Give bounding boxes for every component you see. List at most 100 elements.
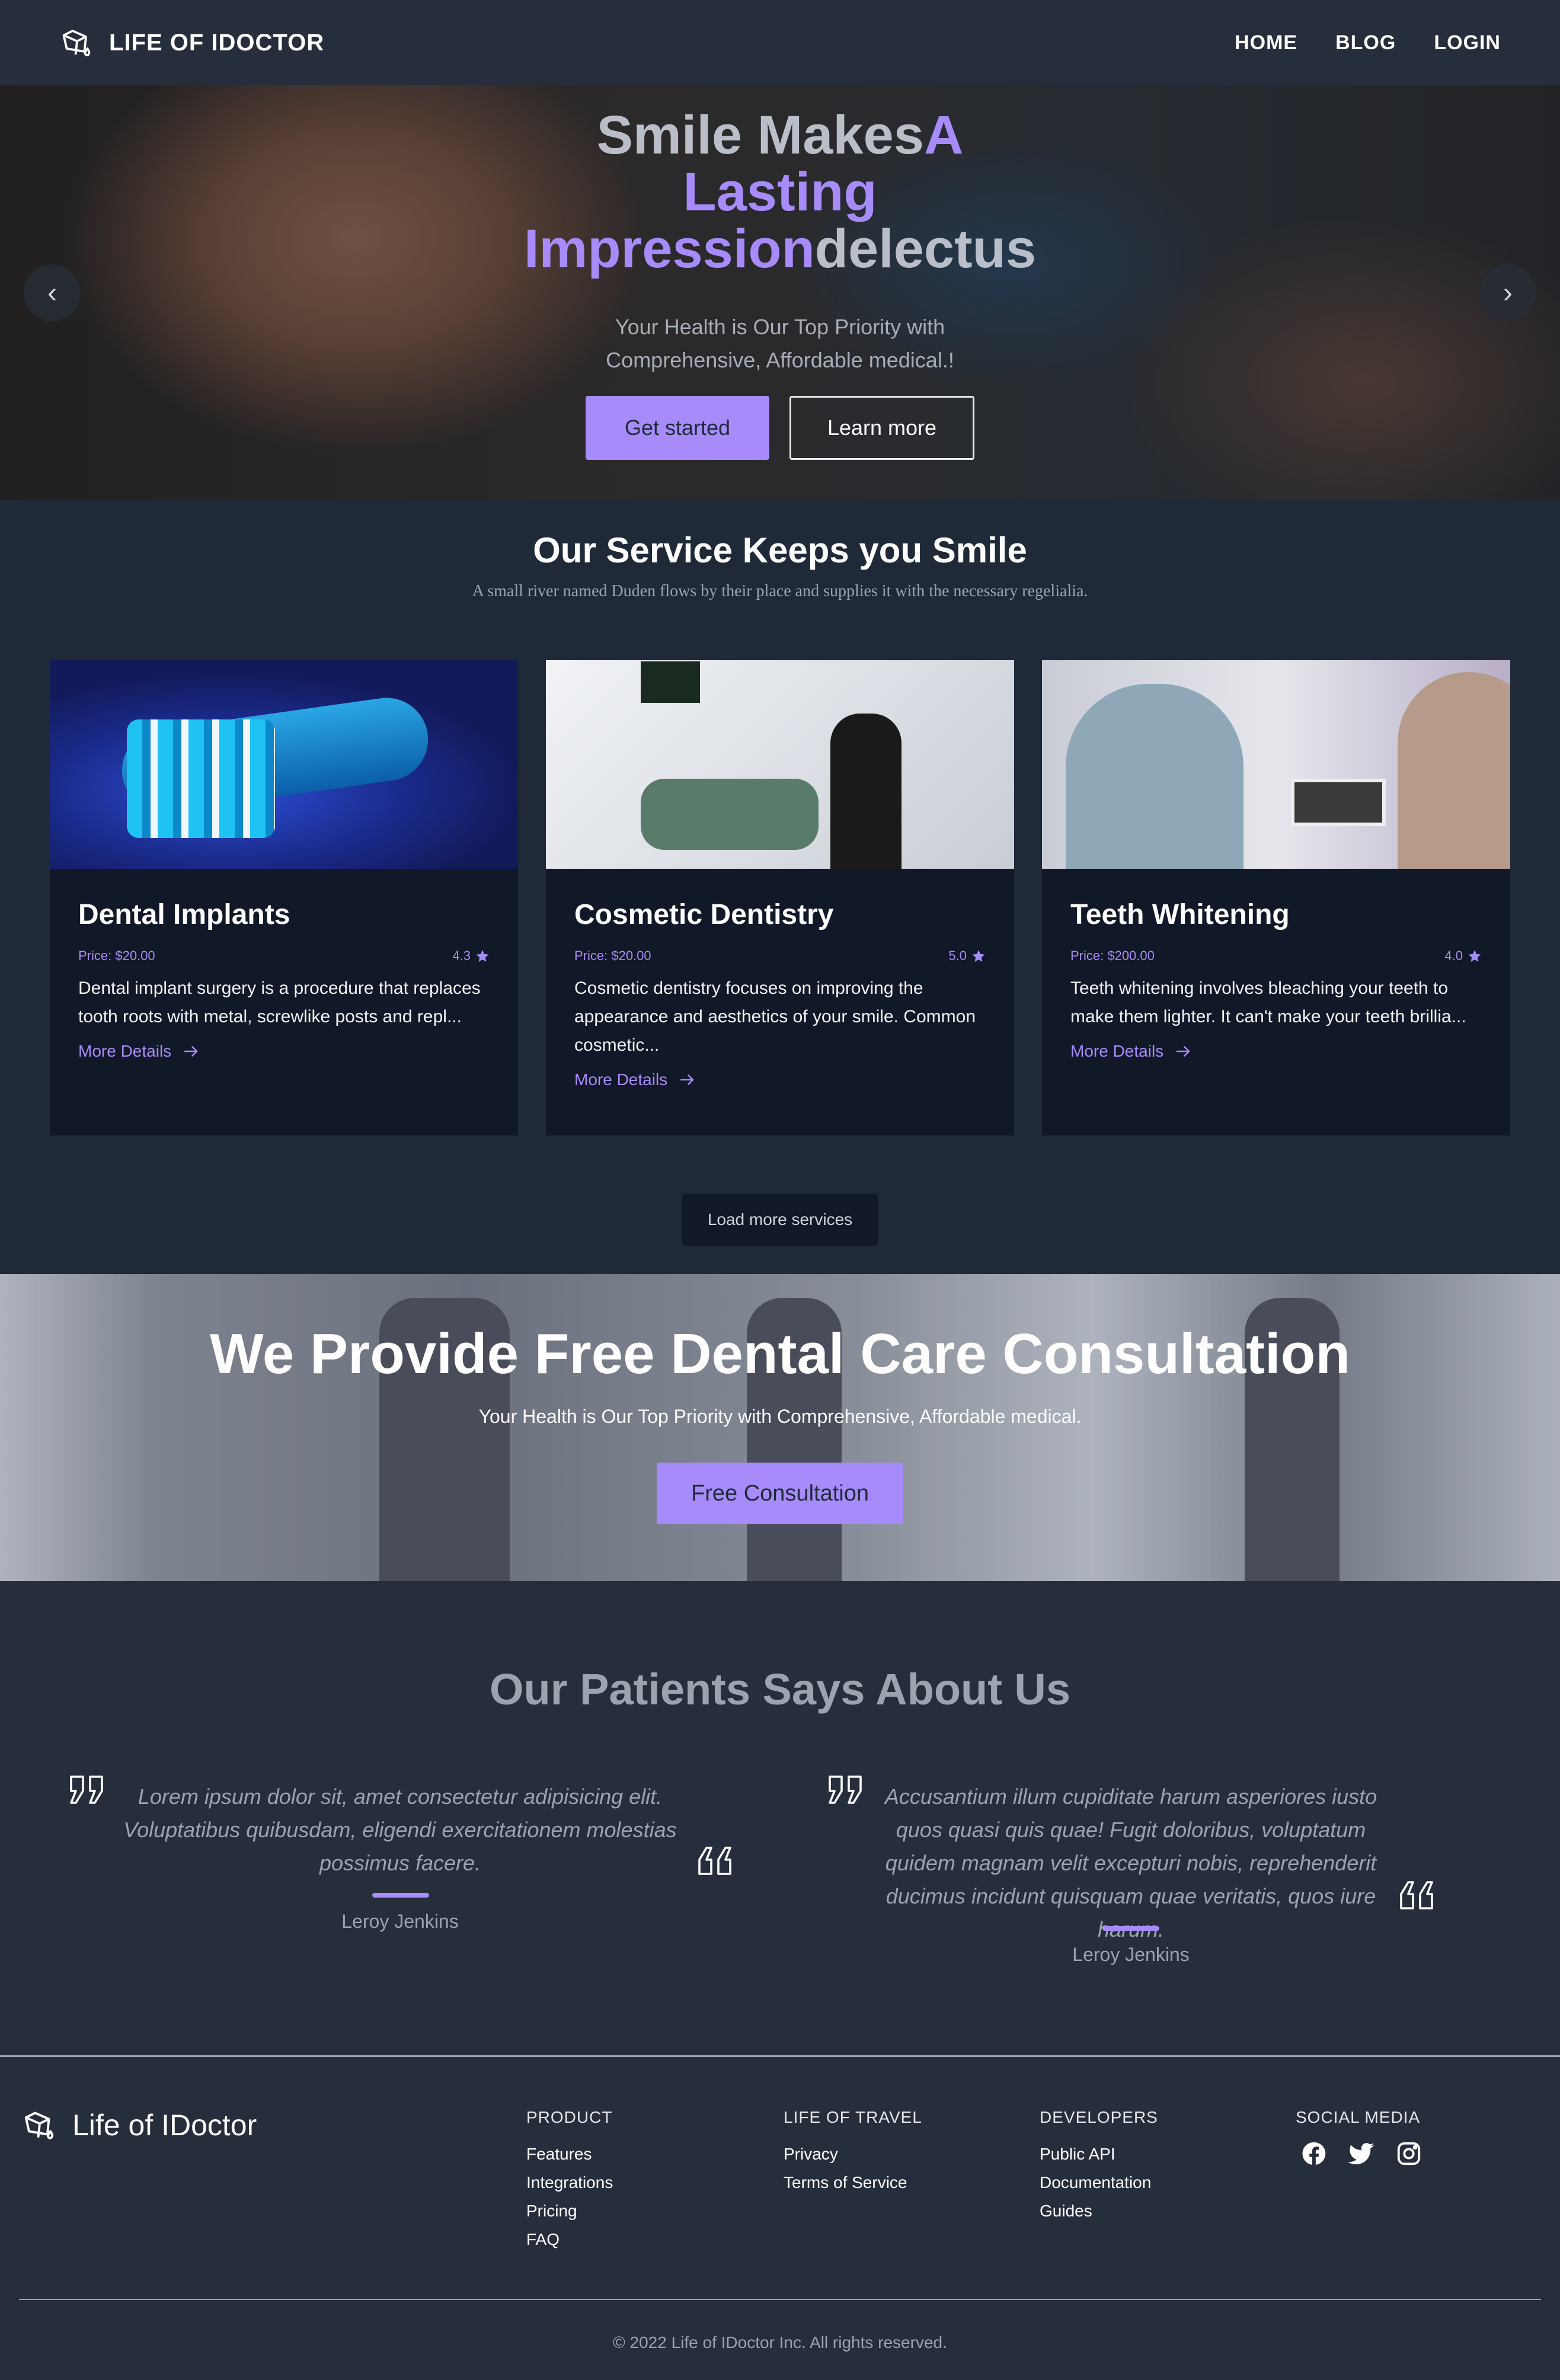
facebook-icon[interactable] bbox=[1300, 2140, 1328, 2167]
get-started-button[interactable]: Get started bbox=[586, 396, 769, 460]
dentist-clinic-image bbox=[546, 660, 1014, 869]
more-details-label: More Details bbox=[1070, 1042, 1164, 1060]
nav-link-blog[interactable]: BLOG bbox=[1335, 31, 1396, 55]
footer-link-terms[interactable]: Terms of Service bbox=[784, 2168, 922, 2197]
hero-content: Smile MakesA Lasting Impressiondelectus … bbox=[0, 107, 1560, 460]
free-consultation-button[interactable]: Free Consultation bbox=[657, 1463, 903, 1524]
testimonial-divider bbox=[1102, 1926, 1159, 1931]
consultation-title: We Provide Free Dental Care Consultation bbox=[210, 1322, 1350, 1386]
footer-divider bbox=[19, 2299, 1541, 2300]
consultation-banner: We Provide Free Dental Care Consultation… bbox=[0, 1274, 1560, 1581]
copyright-text: © 2022 Life of IDoctor Inc. All rights r… bbox=[613, 2333, 947, 2352]
service-description: Teeth whitening involves bleaching your … bbox=[1070, 978, 1466, 1026]
testimonial-text: Accusantium illum cupiditate harum asper… bbox=[884, 1784, 1377, 1941]
quote-open-icon bbox=[69, 1774, 107, 1805]
footer-column-title: LIFE OF TRAVEL bbox=[784, 2108, 922, 2126]
footer-column-title: PRODUCT bbox=[526, 2108, 613, 2126]
more-details-link[interactable]: More Details bbox=[1070, 1042, 1482, 1061]
star-icon bbox=[476, 950, 489, 962]
service-description: Cosmetic dentistry focuses on improving … bbox=[574, 978, 976, 1055]
more-details-link[interactable]: More Details bbox=[574, 1070, 986, 1089]
service-card-title: Dental Implants bbox=[78, 899, 290, 930]
site-footer: Life of IDoctor PRODUCT Features Integra… bbox=[0, 2055, 1560, 2380]
rating-value: 4.3 bbox=[452, 948, 471, 963]
footer-link-public-api[interactable]: Public API bbox=[1040, 2140, 1158, 2168]
more-details-label: More Details bbox=[574, 1070, 668, 1089]
consultation-subtitle: Your Health is Our Top Priority with Com… bbox=[478, 1406, 1082, 1427]
chevron-right-icon: › bbox=[1503, 277, 1513, 309]
service-price: Price: $200.00 bbox=[1070, 948, 1155, 963]
star-icon bbox=[972, 950, 985, 962]
hero-title-part1: Smile Makes bbox=[596, 105, 924, 165]
footer-brand-name: Life of IDoctor bbox=[72, 2109, 257, 2142]
hero-carousel: ‹ › Smile MakesA Lasting Impressiondelec… bbox=[0, 85, 1560, 500]
testimonial-author: Leroy Jenkins bbox=[341, 1911, 459, 1932]
services-title: Our Service Keeps you Smile bbox=[533, 530, 1027, 570]
rating-value: 5.0 bbox=[948, 948, 967, 963]
brand-logo-link[interactable]: LIFE OF IDOCTOR bbox=[59, 25, 324, 60]
social-links bbox=[1296, 2140, 1422, 2167]
service-card-meta: Price: $20.00 5.0 bbox=[574, 948, 986, 964]
footer-link-guides[interactable]: Guides bbox=[1040, 2197, 1158, 2225]
service-card-teeth-whitening: Teeth Whitening Price: $200.00 4.0 Teeth… bbox=[1042, 660, 1510, 1135]
load-more-services-button[interactable]: Load more services bbox=[682, 1194, 878, 1246]
footer-link-faq[interactable]: FAQ bbox=[526, 2225, 613, 2254]
footer-column-product: PRODUCT Features Integrations Pricing FA… bbox=[526, 2108, 613, 2254]
dental-consultation-image bbox=[1042, 660, 1510, 869]
footer-link-documentation[interactable]: Documentation bbox=[1040, 2168, 1158, 2197]
testimonial-author: Leroy Jenkins bbox=[1072, 1944, 1190, 1965]
footer-column-social: SOCIAL MEDIA bbox=[1296, 2108, 1422, 2167]
nav-link-home[interactable]: HOME bbox=[1235, 31, 1297, 55]
instagram-icon[interactable] bbox=[1395, 2140, 1422, 2167]
service-description: Dental implant surgery is a procedure th… bbox=[78, 978, 481, 1026]
twitter-icon[interactable] bbox=[1348, 2140, 1375, 2167]
footer-link-features[interactable]: Features bbox=[526, 2140, 613, 2168]
rating-value: 4.0 bbox=[1444, 948, 1463, 963]
footer-link-privacy[interactable]: Privacy bbox=[784, 2140, 922, 2168]
service-rating: 4.3 bbox=[452, 948, 490, 964]
more-details-link[interactable]: More Details bbox=[78, 1042, 490, 1061]
service-rating: 4.0 bbox=[1444, 948, 1482, 964]
toothbrush-image bbox=[50, 660, 518, 869]
hero-title: Smile MakesA Lasting Impressiondelectus bbox=[513, 107, 1047, 277]
quote-close-icon bbox=[695, 1845, 733, 1876]
arrow-right-icon bbox=[1176, 1046, 1190, 1057]
learn-more-button[interactable]: Learn more bbox=[789, 396, 974, 460]
testimonial-divider bbox=[372, 1893, 429, 1898]
tooth-cleaning-icon bbox=[59, 25, 95, 60]
top-navbar: LIFE OF IDOCTOR HOME BLOG LOGIN bbox=[0, 0, 1560, 85]
footer-brand-link[interactable]: Life of IDoctor bbox=[21, 2107, 257, 2144]
tooth-cleaning-icon bbox=[24, 2112, 54, 2139]
service-card-meta: Price: $20.00 4.3 bbox=[78, 948, 490, 964]
chevron-left-icon: ‹ bbox=[47, 277, 57, 309]
service-card-meta: Price: $200.00 4.0 bbox=[1070, 948, 1482, 964]
nav-link-login[interactable]: LOGIN bbox=[1434, 31, 1501, 55]
service-card-cosmetic-dentistry: Cosmetic Dentistry Price: $20.00 5.0 Cos… bbox=[546, 660, 1014, 1135]
nav-links: HOME BLOG LOGIN bbox=[1235, 31, 1501, 55]
services-subtitle: A small river named Duden flows by their… bbox=[472, 582, 1088, 600]
services-section: Our Service Keeps you Smile A small rive… bbox=[0, 500, 1560, 1274]
service-rating: 5.0 bbox=[948, 948, 986, 964]
footer-column-developers: DEVELOPERS Public API Documentation Guid… bbox=[1040, 2108, 1158, 2225]
star-icon bbox=[1468, 950, 1481, 962]
testimonial-text: Lorem ipsum dolor sit, amet consectetur … bbox=[123, 1784, 677, 1875]
service-card-dental-implants: Dental Implants Price: $20.00 4.3 Dental… bbox=[50, 660, 518, 1135]
arrow-right-icon bbox=[184, 1046, 198, 1057]
arrow-right-icon bbox=[680, 1074, 694, 1085]
footer-column-title: DEVELOPERS bbox=[1040, 2108, 1158, 2126]
footer-link-pricing[interactable]: Pricing bbox=[526, 2197, 613, 2225]
hero-buttons: Get started Learn more bbox=[0, 396, 1560, 460]
footer-column-life-of-travel: LIFE OF TRAVEL Privacy Terms of Service bbox=[784, 2108, 922, 2197]
footer-column-title: SOCIAL MEDIA bbox=[1296, 2108, 1421, 2126]
hero-title-part2: delectus bbox=[814, 219, 1037, 279]
testimonials-title: Our Patients Says About Us bbox=[489, 1665, 1071, 1714]
quote-close-icon bbox=[1396, 1880, 1434, 1911]
service-price: Price: $20.00 bbox=[78, 948, 155, 963]
carousel-next-button[interactable]: › bbox=[1479, 264, 1536, 321]
carousel-prev-button[interactable]: ‹ bbox=[24, 264, 81, 321]
service-price: Price: $20.00 bbox=[574, 948, 651, 963]
footer-link-integrations[interactable]: Integrations bbox=[526, 2168, 613, 2197]
service-card-title: Cosmetic Dentistry bbox=[574, 899, 834, 930]
testimonials-section: Our Patients Says About Us Lorem ipsum d… bbox=[0, 1581, 1560, 2055]
hero-subtitle: Your Health is Our Top Priority with Com… bbox=[606, 315, 954, 372]
